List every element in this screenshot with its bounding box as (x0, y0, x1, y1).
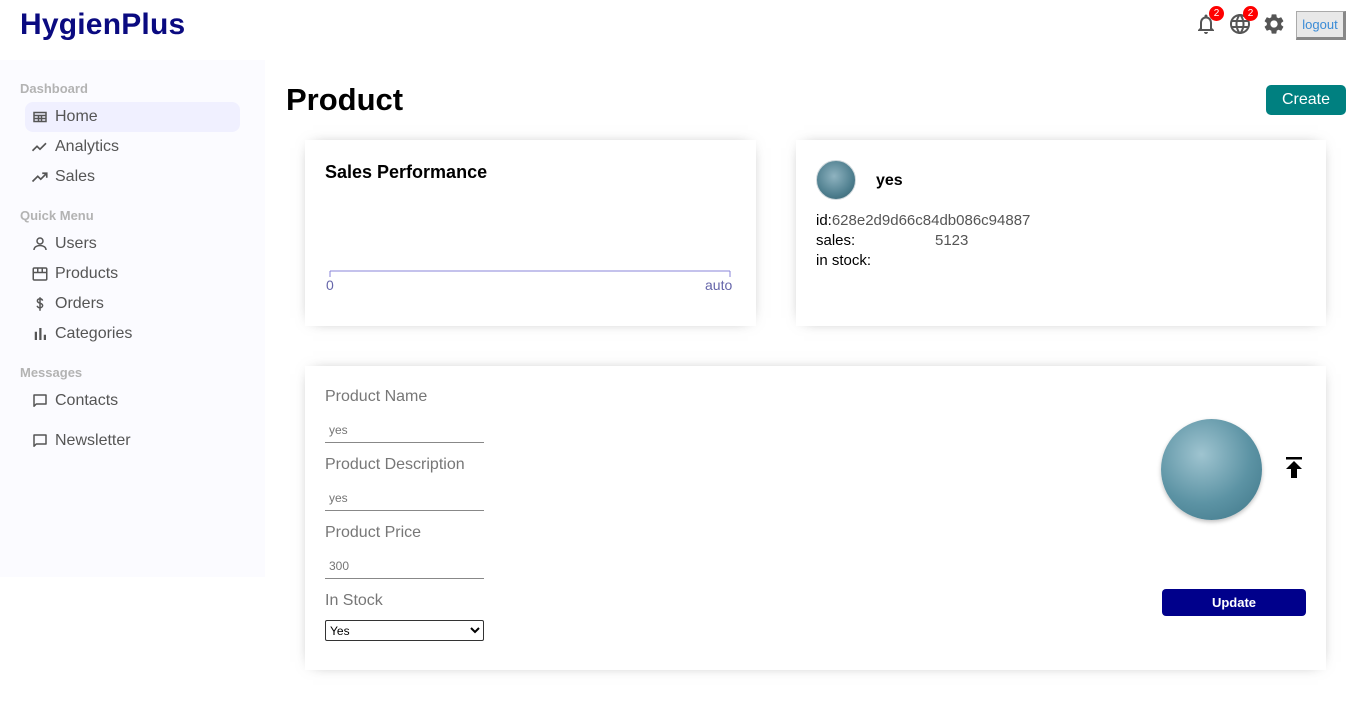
id-value: 628e2d9d66c84db086c94887 (831, 212, 1031, 229)
chat-bubble-icon (31, 392, 49, 410)
page-title: Product (286, 82, 404, 117)
sidebar: Dashboard Home Analytics Sales Quick Men… (0, 60, 265, 577)
notifications-icon[interactable]: 2 (1194, 6, 1224, 36)
info-row-sales: sales: 5123 (816, 232, 968, 249)
dollar-icon (31, 295, 49, 313)
sidebar-item-label: Analytics (55, 138, 120, 155)
info-row-stock: in stock: (816, 252, 871, 269)
sidebar-item-users[interactable]: Users (25, 229, 240, 259)
logout-button[interactable]: logout (1296, 11, 1346, 40)
sales-performance-card: Sales Performance 0 auto (305, 140, 756, 326)
notifications-badge: 2 (1209, 6, 1224, 21)
sidebar-item-newsletter[interactable]: Newsletter (25, 426, 240, 456)
info-row-id: id:628e2d9d66c84db086c94887 (816, 212, 1030, 229)
x-tick-label: auto (705, 277, 732, 293)
timeline-icon (31, 138, 49, 156)
sidebar-item-label: Categories (55, 325, 133, 342)
table-icon (31, 108, 49, 126)
product-name: yes (876, 172, 903, 189)
product-info-card: yes id:628e2d9d66c84db086c94887 sales: 5… (796, 140, 1326, 326)
sidebar-item-label: Sales (55, 168, 96, 185)
sidebar-item-label: Home (55, 108, 98, 125)
bar-chart-icon (31, 325, 49, 343)
product-image (1161, 419, 1262, 520)
storefront-icon (31, 265, 49, 283)
sidebar-item-label: Products (55, 265, 119, 282)
upload-icon[interactable] (1284, 456, 1304, 480)
product-price-label: Product Price (325, 524, 422, 541)
sidebar-section-title: Quick Menu (20, 208, 94, 223)
in-stock-label: In Stock (325, 592, 383, 609)
user-icon (31, 235, 49, 253)
sales-value: 5123 (935, 232, 969, 249)
sidebar-item-sales[interactable]: Sales (25, 162, 240, 192)
topbar: HygienPlus 2 2 logout (0, 0, 1366, 52)
product-update-form: Product Name Product Description Product… (305, 366, 1326, 670)
sales-label: sales: (816, 232, 856, 249)
sidebar-item-label: Newsletter (55, 432, 131, 449)
create-button[interactable]: Create (1266, 85, 1346, 115)
language-badge: 2 (1243, 6, 1258, 21)
product-description-label: Product Description (325, 456, 465, 473)
in-stock-select[interactable]: Yes (325, 620, 484, 641)
sidebar-section-title: Messages (20, 365, 83, 380)
trending-up-icon (31, 168, 49, 186)
product-name-input[interactable] (325, 417, 484, 443)
sidebar-item-products[interactable]: Products (25, 259, 240, 289)
product-avatar (816, 160, 856, 200)
chat-bubble-icon (31, 432, 49, 450)
sidebar-item-label: Users (55, 235, 97, 252)
sidebar-item-label: Orders (55, 295, 104, 312)
sidebar-item-contacts[interactable]: Contacts (25, 386, 240, 416)
sales-chart: 0 auto (326, 270, 732, 293)
product-name-label: Product Name (325, 388, 428, 405)
sidebar-section-title: Dashboard (20, 81, 88, 96)
x-tick-label: 0 (326, 277, 334, 293)
update-button[interactable]: Update (1162, 589, 1306, 616)
stock-label: in stock: (816, 252, 872, 269)
sidebar-item-analytics[interactable]: Analytics (25, 132, 240, 162)
language-icon[interactable]: 2 (1228, 6, 1258, 36)
sidebar-item-home[interactable]: Home (25, 102, 240, 132)
sidebar-item-categories[interactable]: Categories (25, 319, 240, 349)
sidebar-item-label: Contacts (55, 392, 119, 409)
settings-gear-icon[interactable] (1262, 12, 1286, 36)
app-logo[interactable]: HygienPlus (20, 8, 185, 42)
id-label: id: (816, 212, 832, 229)
sidebar-item-orders[interactable]: Orders (25, 289, 240, 319)
product-price-input[interactable] (325, 553, 484, 579)
product-description-input[interactable] (325, 485, 484, 511)
